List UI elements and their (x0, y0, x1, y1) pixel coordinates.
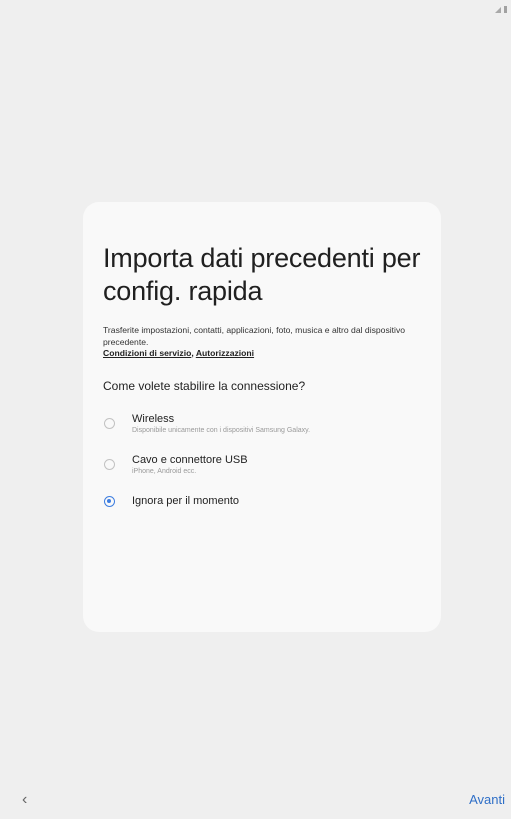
option-usb-cable-text: Cavo e connettore USB iPhone, Android ec… (132, 453, 248, 477)
option-sublabel: iPhone, Android ecc. (132, 467, 197, 475)
option-skip[interactable]: Ignora per il momento (103, 494, 421, 508)
bottom-navigation: ‹ Avanti (0, 779, 511, 819)
terms-of-service-link[interactable]: Condizioni di servizio (103, 348, 191, 358)
option-sublabel: Disponibile unicamente con i dispositivi… (132, 426, 311, 434)
permissions-link[interactable]: Autorizzazioni (196, 348, 254, 358)
option-skip-text: Ignora per il momento (132, 494, 239, 508)
next-button[interactable]: Avanti (469, 792, 505, 808)
option-wireless-text: Wireless Disponibile unicamente con i di… (132, 412, 310, 436)
connection-question: Come volete stabilire la connessione? (103, 378, 306, 393)
signal-icon (495, 7, 501, 13)
battery-icon (504, 6, 507, 13)
radio-usb-cable[interactable] (104, 458, 115, 470)
page-title: Importa dati precedenti per config. rapi… (103, 243, 421, 306)
option-label: Cavo e connettore USB (132, 453, 248, 466)
connection-options: Wireless Disponibile unicamente con i di… (103, 412, 421, 508)
radio-skip[interactable] (104, 495, 115, 507)
description-text: Trasferite impostazioni, contatti, appli… (103, 325, 406, 347)
option-label: Wireless (132, 412, 175, 425)
radio-wireless[interactable] (104, 417, 115, 429)
legal-links: Condizioni di servizio, Autorizzazioni (103, 348, 421, 360)
import-data-card: Importa dati precedenti per config. rapi… (83, 202, 441, 632)
option-usb-cable[interactable]: Cavo e connettore USB iPhone, Android ec… (103, 453, 421, 477)
option-label: Ignora per il momento (132, 494, 239, 507)
status-bar (495, 6, 507, 13)
option-wireless[interactable]: Wireless Disponibile unicamente con i di… (103, 412, 421, 436)
back-button[interactable]: ‹ (22, 792, 27, 808)
